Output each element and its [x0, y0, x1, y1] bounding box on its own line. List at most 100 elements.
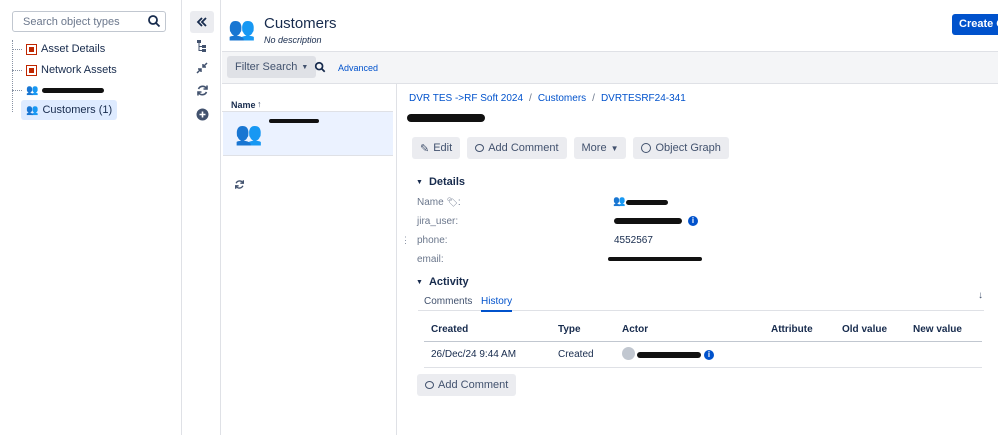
activity-section-toggle[interactable]: ▼ Activity — [416, 276, 469, 288]
search-icon[interactable] — [314, 61, 326, 76]
col-attribute[interactable]: Attribute — [771, 324, 813, 335]
field-label-jira-user: jira_user: — [417, 216, 459, 227]
tag-icon: 🏷 — [446, 197, 458, 207]
chevron-down-icon: ▼ — [610, 143, 619, 153]
add-comment-label: Add Comment — [438, 379, 509, 391]
search-icon[interactable] — [147, 14, 161, 31]
field-label-name: Name 🏷: — [417, 197, 461, 208]
refresh-icon[interactable] — [234, 179, 245, 193]
customers-avatar-icon: 👥 — [228, 16, 256, 41]
tree-item-label: Network Assets — [41, 64, 117, 76]
tree-item-customers[interactable]: 👥 Customers (1) — [21, 100, 118, 120]
resize-handle[interactable]: ⋮ — [401, 235, 410, 246]
sort-arrow-icon: ↑ — [257, 99, 262, 109]
col-actor[interactable]: Actor — [622, 324, 648, 335]
object-list: Name ↑ 👥 — [222, 84, 397, 435]
col-new-value[interactable]: New value — [913, 324, 962, 335]
col-created[interactable]: Created — [431, 324, 468, 335]
breadcrumb-separator: / — [592, 93, 595, 104]
edit-button[interactable]: ✎ Edit — [412, 137, 461, 159]
redacted-label — [42, 87, 105, 93]
tree-item-label: Asset Details — [41, 43, 106, 55]
page-header: 👥 Customers No description Create O — [222, 0, 998, 52]
field-label: Name — [417, 197, 444, 208]
list-item[interactable]: 👥 — [223, 112, 393, 156]
tree-item-network-assets[interactable]: Network Assets — [12, 60, 117, 80]
create-object-button[interactable]: Create O — [952, 14, 998, 35]
object-detail: DVR TES ->RF Soft 2024 / Customers / DVR… — [398, 84, 998, 435]
object-type-icon — [26, 43, 37, 55]
list-header[interactable]: Name ↑ — [222, 98, 393, 112]
refresh-icon[interactable] — [190, 79, 214, 101]
tab-comments[interactable]: Comments — [424, 296, 472, 307]
redacted-object-title — [407, 114, 485, 122]
more-label: More — [581, 142, 607, 154]
details-section-toggle[interactable]: ▼ Details — [416, 176, 465, 188]
edit-label: Edit — [433, 142, 453, 154]
advanced-search-link[interactable]: Advanced — [338, 63, 378, 73]
comment-icon — [475, 144, 485, 152]
info-icon[interactable]: i — [704, 350, 714, 360]
redacted-name-value — [626, 200, 668, 205]
breadcrumb: DVR TES ->RF Soft 2024 / Customers / DVR… — [409, 93, 686, 104]
object-type-tree: Search object types Asset Details Networ… — [0, 0, 182, 435]
more-button[interactable]: More ▼ — [573, 137, 627, 159]
name-column-header: Name — [231, 100, 256, 110]
avatar — [622, 347, 635, 360]
redacted-email — [608, 257, 702, 261]
activity-title: Activity — [428, 276, 469, 288]
activity-tabs: Comments History — [418, 294, 984, 312]
breadcrumb-separator: / — [529, 93, 532, 104]
breadcrumb-schema[interactable]: DVR TES ->RF Soft 2024 — [409, 93, 523, 104]
pencil-icon: ✎ — [420, 142, 430, 155]
page-title: Customers — [264, 15, 337, 32]
people-icon: 👥 — [613, 196, 626, 207]
people-icon: 👥 — [26, 84, 39, 96]
tree-item-label: Customers (1) — [42, 104, 113, 116]
add-comment-button[interactable]: Add Comment — [467, 137, 567, 159]
page-description: No description — [264, 35, 322, 45]
search-placeholder: Search object types — [23, 16, 120, 28]
field-value-phone: 4552567 — [614, 235, 653, 246]
chevron-down-icon: ▼ — [416, 178, 423, 186]
info-icon[interactable]: i — [688, 216, 698, 226]
download-arrow-icon[interactable]: ↓ — [978, 290, 983, 301]
comment-icon — [425, 381, 434, 389]
col-type[interactable]: Type — [558, 324, 581, 335]
redacted-name — [269, 119, 319, 123]
chevron-down-icon: ▼ — [416, 278, 423, 286]
collapse-panel-icon[interactable] — [190, 11, 214, 33]
add-comment-label: Add Comment — [488, 142, 559, 154]
tab-history[interactable]: History — [481, 296, 513, 312]
graph-icon — [641, 143, 652, 153]
redacted-actor — [637, 352, 701, 358]
breadcrumb-type[interactable]: Customers — [538, 93, 586, 104]
filter-toolbar: Filter Search ▼ Advanced — [222, 52, 998, 84]
add-icon[interactable] — [190, 103, 214, 125]
cell-type: Created — [558, 349, 594, 360]
history-table-header: Created Type Actor Attribute Old value N… — [424, 318, 982, 342]
filter-search-button[interactable]: Filter Search ▼ — [227, 56, 317, 78]
object-type-icon — [26, 64, 37, 76]
redacted-jira-user — [614, 218, 682, 224]
object-graph-label: Object Graph — [655, 142, 721, 154]
compress-icon[interactable] — [190, 57, 214, 79]
object-graph-button[interactable]: Object Graph — [633, 137, 729, 159]
object-actions: ✎ Edit Add Comment More ▼ Object Graph — [412, 137, 729, 159]
hierarchy-icon[interactable] — [190, 35, 214, 57]
breadcrumb-object-key[interactable]: DVRTESRF24-341 — [601, 93, 686, 104]
filter-search-label: Filter Search — [235, 61, 298, 73]
customer-avatar-icon: 👥 — [235, 121, 263, 146]
caret-down-icon: ▼ — [301, 63, 309, 71]
table-row: 26/Dec/24 9:44 AM Created i — [424, 342, 982, 368]
field-label-phone: phone: — [417, 235, 448, 246]
add-comment-button[interactable]: Add Comment — [417, 374, 517, 396]
field-label-email: email: — [417, 254, 444, 265]
tree-item-asset-details[interactable]: Asset Details — [12, 39, 105, 59]
tool-rail — [183, 0, 221, 435]
col-old-value[interactable]: Old value — [842, 324, 887, 335]
details-title: Details — [428, 176, 466, 188]
tree-item-redacted[interactable]: 👥 — [12, 80, 105, 100]
search-input[interactable]: Search object types — [12, 11, 166, 32]
cell-created: 26/Dec/24 9:44 AM — [431, 349, 517, 360]
